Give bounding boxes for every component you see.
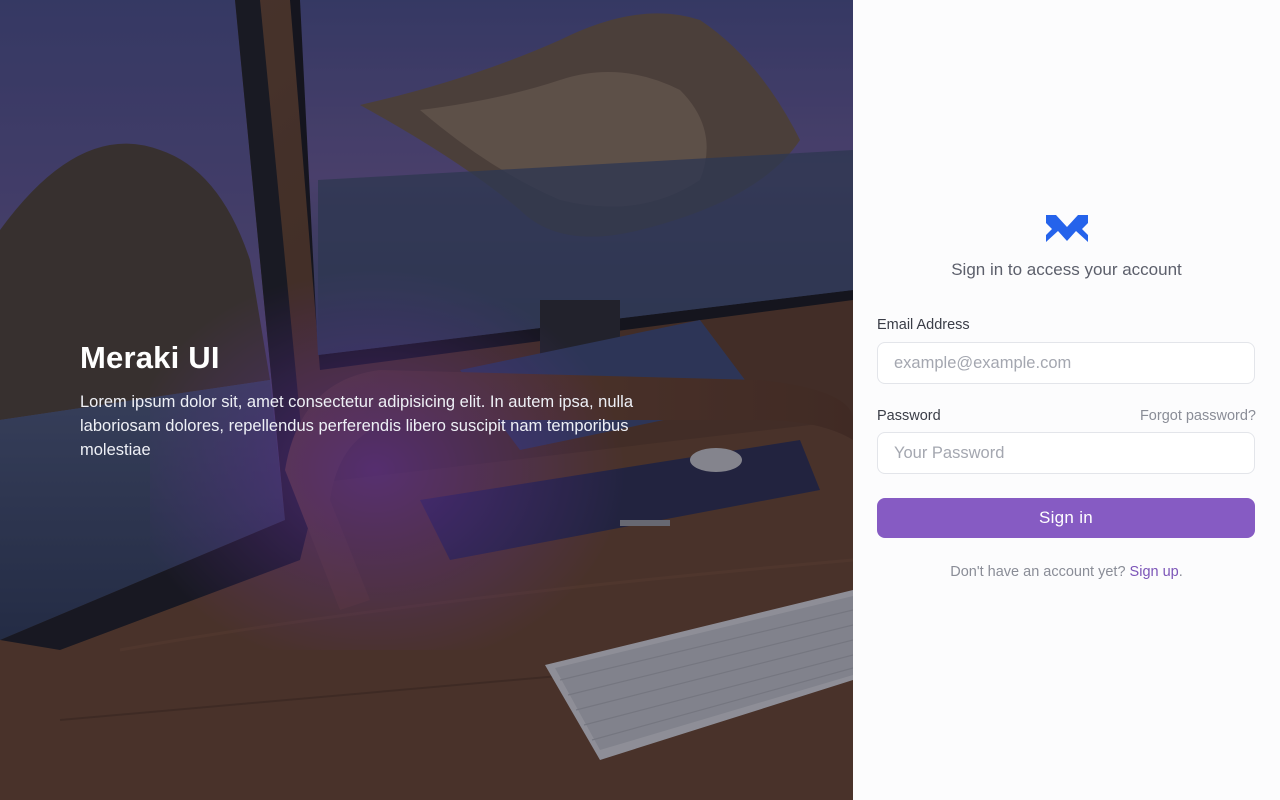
sign-up-prompt: Don't have an account yet? Sign up.	[877, 564, 1256, 580]
email-field[interactable]	[877, 342, 1255, 384]
sign-in-form: Sign in to access your account Email Add…	[877, 212, 1256, 580]
password-field-group: Password Forgot password?	[877, 408, 1256, 474]
sign-up-suffix: .	[1178, 564, 1183, 580]
email-label: Email Address	[877, 317, 970, 333]
meraki-m-logo-icon	[1045, 215, 1088, 242]
logo	[877, 212, 1256, 248]
hero-section: Meraki UI Lorem ipsum dolor sit, amet co…	[0, 0, 853, 800]
sign-in-panel: Sign in to access your account Email Add…	[853, 0, 1280, 800]
password-label: Password	[877, 408, 941, 424]
sign-in-page: Meraki UI Lorem ipsum dolor sit, amet co…	[0, 0, 1280, 800]
hero-title: Meraki UI	[80, 340, 220, 375]
sign-in-subtitle: Sign in to access your account	[951, 260, 1182, 279]
forgot-password-link[interactable]: Forgot password?	[1140, 408, 1256, 424]
password-field[interactable]	[877, 432, 1255, 474]
sign-in-button[interactable]: Sign in	[877, 498, 1255, 538]
password-label-row: Password Forgot password?	[877, 408, 1256, 424]
sign-up-prompt-text: Don't have an account yet?	[950, 564, 1126, 580]
hero-text-block: Meraki UI Lorem ipsum dolor sit, amet co…	[80, 338, 680, 462]
hero-description: Lorem ipsum dolor sit, amet consectetur …	[80, 393, 634, 459]
sign-up-link[interactable]: Sign up	[1130, 564, 1179, 580]
email-field-group: Email Address	[877, 316, 1256, 384]
